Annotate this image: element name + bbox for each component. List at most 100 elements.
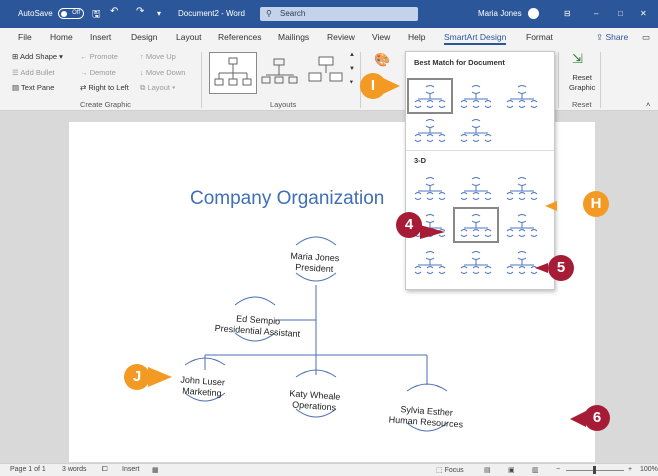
add-bullet-button[interactable]: ☰ Add Bullet	[12, 68, 55, 77]
tab-design[interactable]: Design	[131, 32, 157, 42]
callout-j: J	[124, 364, 150, 390]
three-d-styles	[414, 177, 538, 274]
tab-smartart-design[interactable]: SmartArt Design	[444, 32, 507, 45]
move-down-button[interactable]: ↓ Move Down	[140, 68, 185, 77]
add-shape-icon: ⊞	[12, 52, 20, 61]
smartart-style-thumbnail[interactable]	[506, 85, 538, 108]
share-button[interactable]: ⇪ Share	[596, 32, 628, 43]
callout-5: 5	[548, 255, 574, 281]
org-node-operations[interactable]: Katy Wheale Operations	[288, 388, 341, 414]
best-match-styles	[407, 78, 538, 142]
tab-help[interactable]: Help	[408, 32, 425, 42]
labeled-hierarchy-layout-icon	[308, 56, 343, 82]
read-mode-icon[interactable]: ▤	[484, 466, 491, 474]
move-down-label: Move Down	[145, 68, 186, 77]
insert-mode[interactable]: Insert	[122, 466, 140, 473]
smartart-style-thumbnail[interactable]	[414, 119, 446, 142]
text-pane-button[interactable]: ▤ Text Pane	[12, 83, 54, 92]
search-box[interactable]: ⚲ Search	[260, 7, 418, 21]
share-label: Share	[605, 32, 629, 42]
tab-view[interactable]: View	[372, 32, 390, 42]
close-button[interactable]: ✕	[640, 9, 647, 18]
print-layout-icon[interactable]: ▣	[508, 466, 515, 474]
layout-thumbnail[interactable]	[257, 52, 305, 94]
text-pane-label: Text Pane	[21, 83, 55, 92]
hierarchy-layout-icon	[261, 58, 298, 84]
macro-icon[interactable]: ▦	[152, 466, 159, 474]
user-name[interactable]: Maria Jones	[478, 9, 522, 18]
change-colors-icon[interactable]: 🎨	[374, 52, 390, 68]
smartart-style-thumbnail[interactable]	[506, 214, 538, 237]
reset-label-line1: Reset	[572, 73, 592, 82]
focus-button[interactable]: ⬚ Focus	[436, 466, 464, 474]
smartart-style-thumbnail[interactable]	[460, 85, 492, 108]
promote-icon: ←	[80, 52, 90, 61]
layout-thumbnail[interactable]	[305, 52, 349, 94]
tab-review[interactable]: Review	[327, 32, 355, 42]
redo-icon[interactable]: ↷	[136, 6, 144, 17]
demote-label: Demote	[89, 68, 116, 77]
tab-file[interactable]: File	[18, 32, 32, 42]
zoom-out-icon[interactable]: −	[556, 466, 560, 473]
zoom-in-icon[interactable]: +	[628, 466, 632, 473]
tab-layout[interactable]: Layout	[176, 32, 202, 42]
tab-format[interactable]: Format	[526, 32, 553, 42]
smartart-style-thumbnail[interactable]	[460, 119, 492, 142]
tab-insert[interactable]: Insert	[90, 32, 111, 42]
right-to-left-label: Right to Left	[88, 83, 129, 92]
gallery-scroll-down-icon[interactable]: ▼	[349, 66, 355, 72]
divider	[600, 52, 601, 108]
smartart-style-thumbnail[interactable]	[414, 177, 446, 200]
smartart-style-thumbnail[interactable]	[506, 251, 538, 274]
callout-h: H	[583, 191, 609, 217]
divider	[406, 150, 554, 151]
layout-button[interactable]: ⧉ Layout ▾	[140, 83, 175, 93]
move-up-label: Move Up	[145, 52, 176, 61]
smartart-style-thumbnail[interactable]	[460, 177, 492, 200]
undo-icon[interactable]: ↶	[110, 6, 118, 17]
avatar[interactable]	[528, 8, 539, 19]
gallery-more-icon[interactable]: ⯆	[349, 80, 354, 87]
move-up-button[interactable]: ↑ Move Up	[140, 52, 176, 61]
smartart-style-thumbnail[interactable]	[460, 251, 492, 274]
maximize-button[interactable]: □	[618, 9, 623, 18]
word-count[interactable]: 3 words	[62, 466, 87, 473]
layouts-group-label: Layouts	[270, 100, 297, 109]
best-match-heading: Best Match for Document	[414, 58, 505, 67]
proofing-icon[interactable]: ⧠	[102, 466, 108, 474]
callout-i: I	[360, 73, 386, 99]
layout-thumbnail[interactable]	[209, 52, 257, 94]
smartart-style-thumbnail[interactable]	[453, 207, 499, 243]
reset-graphic-icon[interactable]: ⇲	[572, 51, 583, 67]
zoom-level[interactable]: 100%	[640, 466, 658, 473]
demote-button[interactable]: → Demote	[80, 68, 116, 77]
smartart-style-thumbnail[interactable]	[414, 251, 446, 274]
add-shape-button[interactable]: ⊞ Add Shape ▾	[12, 52, 63, 61]
search-label: Search	[280, 9, 306, 18]
page-count[interactable]: Page 1 of 1	[10, 466, 46, 473]
tab-mailings[interactable]: Mailings	[278, 32, 309, 42]
gallery-scroll-up-icon[interactable]: ▲	[349, 52, 355, 58]
promote-button[interactable]: ← Promote	[80, 52, 118, 61]
zoom-slider-thumb[interactable]	[593, 466, 596, 474]
create-graphic-group-label: Create Graphic	[80, 100, 131, 109]
smartart-style-thumbnail[interactable]	[506, 177, 538, 200]
reset-label-line2: Graphic	[569, 83, 596, 92]
reset-graphic-button[interactable]: Reset Graphic	[569, 73, 595, 93]
tab-references[interactable]: References	[218, 32, 261, 42]
autosave-toggle[interactable]: Off	[58, 8, 84, 19]
minimize-button[interactable]: –	[594, 9, 598, 18]
customize-icon[interactable]: ▾	[157, 9, 161, 18]
tab-home[interactable]: Home	[50, 32, 73, 42]
org-node-president[interactable]: Maria Jones President	[289, 251, 339, 276]
right-to-left-button[interactable]: ⇄ Right to Left	[80, 83, 129, 92]
ribbon: ⊞ Add Shape ▾ ☰ Add Bullet ▤ Text Pane ←…	[0, 46, 658, 111]
collapse-ribbon-icon[interactable]: ˄	[646, 100, 650, 109]
search-icon: ⚲	[266, 9, 272, 18]
smartart-style-thumbnail[interactable]	[407, 78, 453, 114]
ribbon-display-icon[interactable]: ⊟	[564, 9, 571, 18]
web-layout-icon[interactable]: ▥	[532, 466, 539, 474]
save-icon[interactable]: 🖫	[92, 7, 101, 24]
comments-icon[interactable]: ▭	[642, 32, 650, 43]
org-node-marketing[interactable]: John Luser Marketing	[179, 374, 225, 399]
